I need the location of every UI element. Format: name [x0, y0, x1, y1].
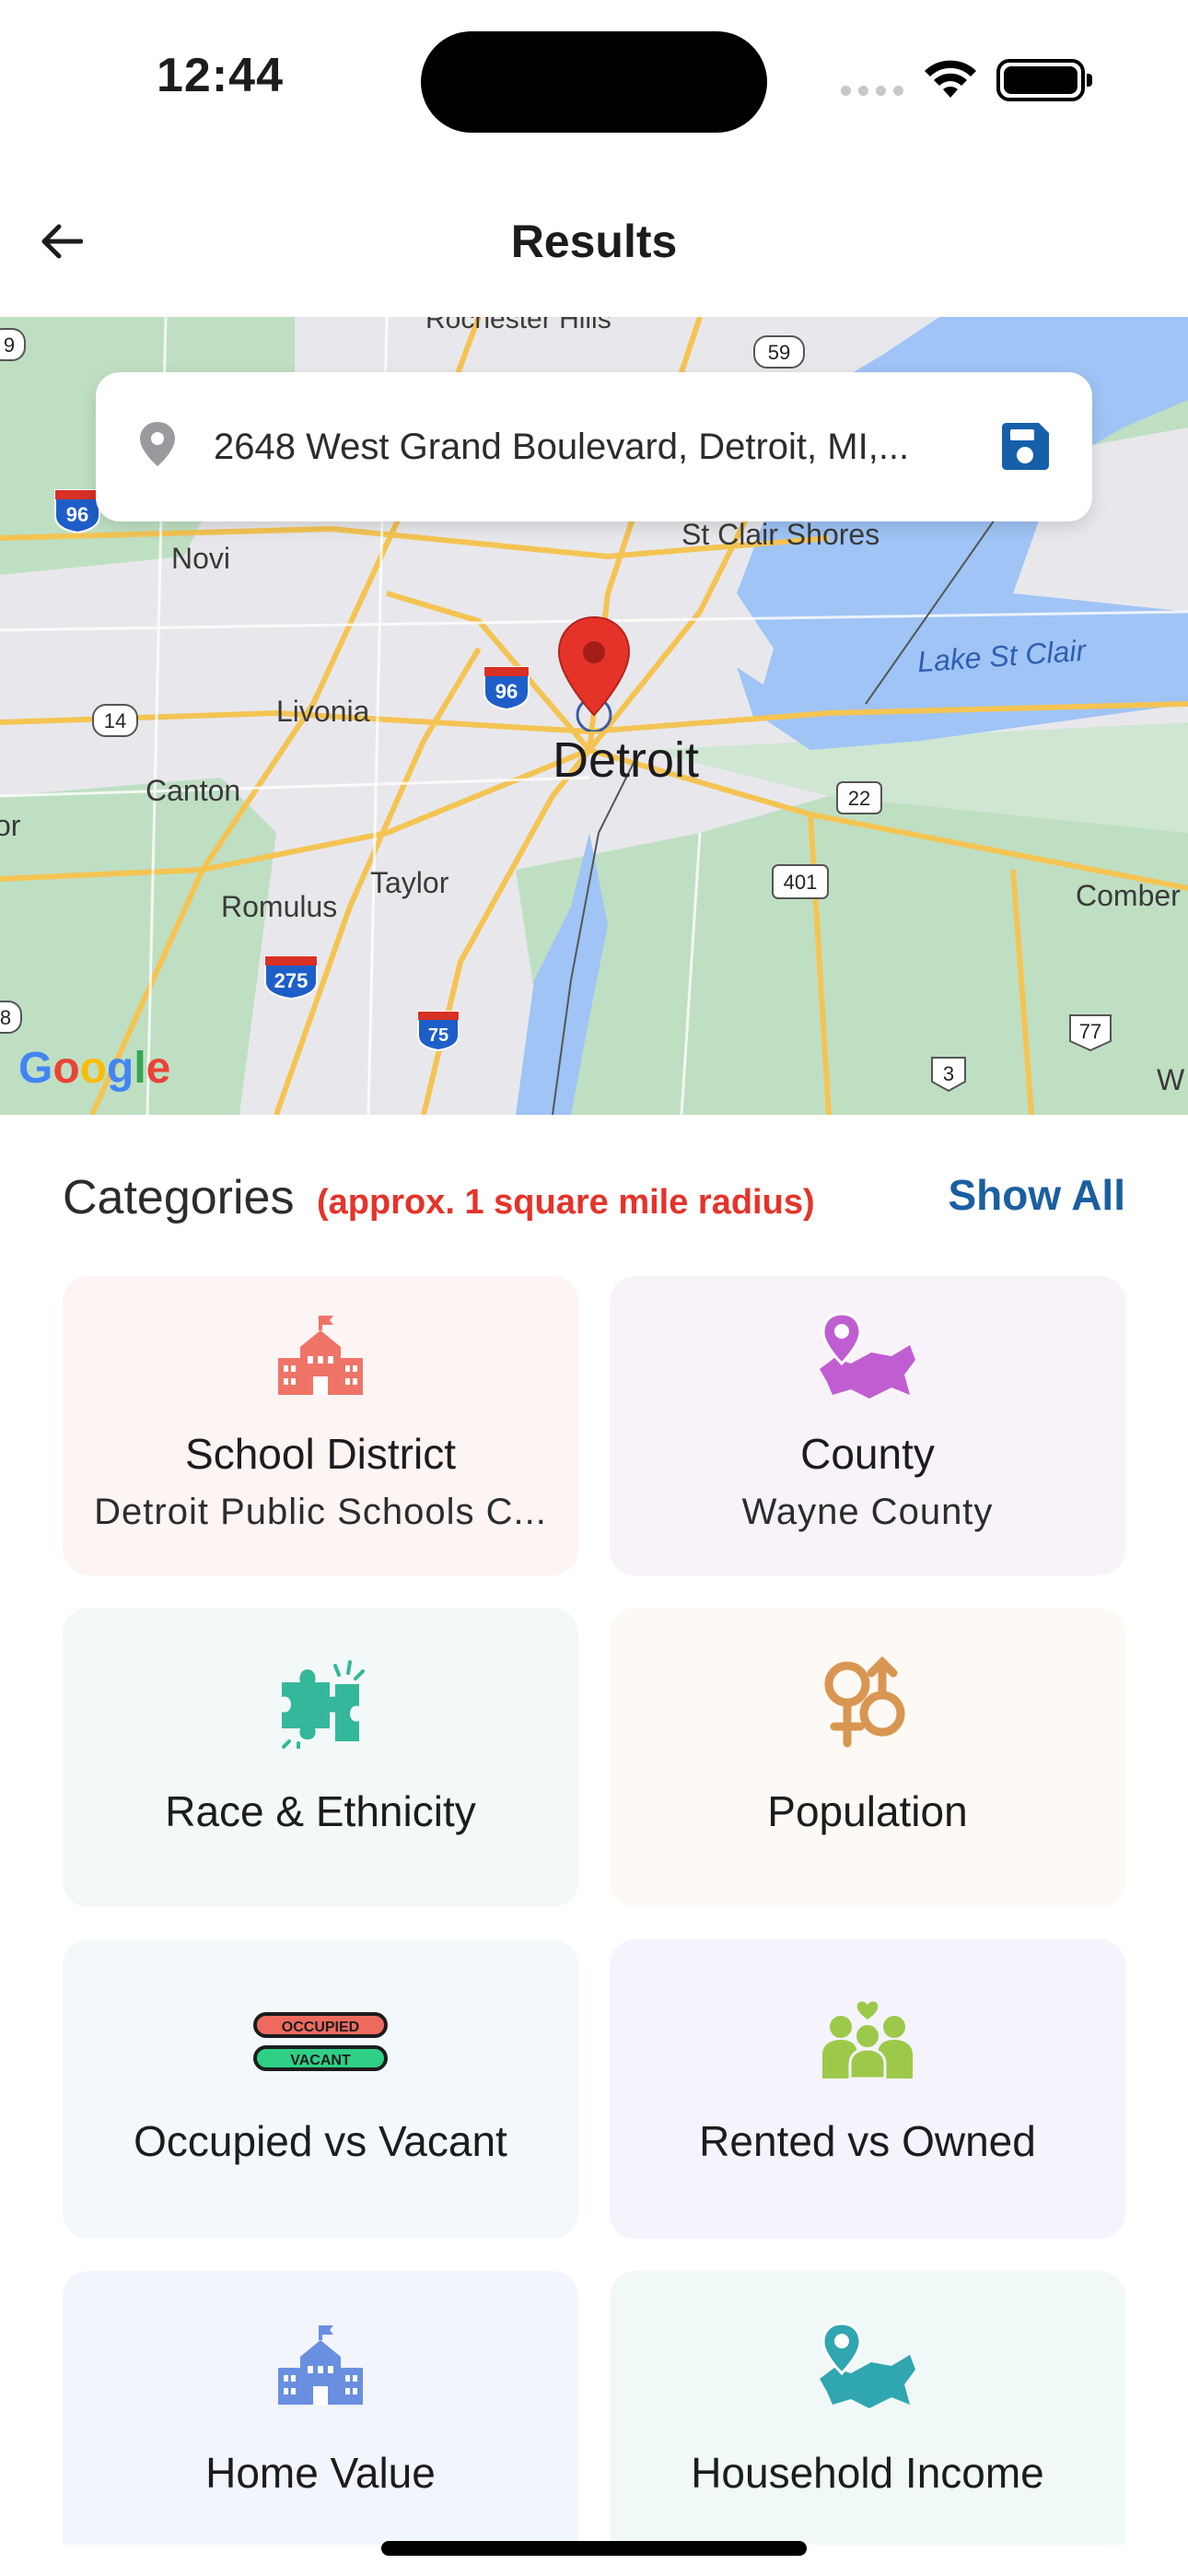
- svg-text:14: 14: [104, 709, 126, 732]
- nav-bar: Results: [0, 184, 1188, 299]
- wifi-icon: [925, 60, 976, 98]
- map-label-rochester-hills: Rochester Hills: [425, 317, 611, 334]
- highway-shield-22: 22: [836, 781, 882, 814]
- gender-icon: [824, 1656, 905, 1748]
- map-view[interactable]: 59 96 96 14 22 401 275 75 77 3 9 8 Roche…: [0, 317, 1188, 1115]
- svg-text:22: 22: [848, 787, 870, 810]
- svg-text:75: 75: [428, 1025, 448, 1046]
- category-title: Rented vs Owned: [699, 2117, 1036, 2165]
- map-label-taylor: Taylor: [370, 866, 449, 899]
- school-icon: [278, 1316, 363, 1395]
- address-text[interactable]: 2648 West Grand Boulevard, Detroit, MI,.…: [214, 424, 950, 470]
- highway-shield-14: 14: [92, 704, 138, 737]
- address-search-card[interactable]: 2648 West Grand Boulevard, Detroit, MI,.…: [96, 372, 1092, 521]
- svg-text:9: 9: [4, 334, 15, 357]
- svg-text:OCCUPIED: OCCUPIED: [282, 2020, 359, 2035]
- highway-shield-59: 59: [753, 335, 805, 369]
- location-marker-icon: [140, 422, 175, 466]
- category-title: Home Value: [205, 2449, 436, 2497]
- category-card-occupied-vacant[interactable]: OCCUPIED VACANT Occupied vs Vacant: [63, 1939, 578, 2239]
- svg-text:96: 96: [495, 680, 518, 703]
- cellular-signal-icon: [841, 83, 905, 98]
- interstate-shield-275: 275: [264, 955, 318, 1001]
- category-card-population[interactable]: Population: [610, 1608, 1125, 1907]
- highway-shield-401: 401: [772, 864, 829, 899]
- save-icon[interactable]: [998, 420, 1052, 474]
- interstate-shield-96: 96: [54, 489, 100, 534]
- category-title: Race & Ethnicity: [165, 1787, 476, 1835]
- category-card-race-ethnicity[interactable]: Race & Ethnicity: [63, 1608, 578, 1907]
- category-card-rented-owned[interactable]: Rented vs Owned: [610, 1939, 1125, 2239]
- category-subtitle: Detroit Public Schools C...: [94, 1492, 547, 1532]
- map-label-novi: Novi: [171, 542, 231, 575]
- home-indicator: [381, 2541, 807, 2556]
- category-title: County: [800, 1430, 935, 1478]
- category-card-county[interactable]: County Wayne County: [610, 1276, 1125, 1575]
- highway-shield-3: 3: [931, 1057, 966, 1093]
- svg-text:96: 96: [66, 503, 88, 526]
- category-card-home-value[interactable]: Home Value: [63, 2271, 578, 2570]
- svg-text:3: 3: [943, 1062, 954, 1085]
- battery-icon: [996, 59, 1092, 101]
- map-label-livonia: Livonia: [276, 695, 370, 728]
- interstate-shield-75: 75: [417, 1011, 460, 1052]
- income-map-icon: [820, 2322, 915, 2408]
- puzzle-icon: [282, 1660, 365, 1749]
- show-all-button[interactable]: Show All: [948, 1170, 1125, 1220]
- categories-title: Categories: [63, 1171, 295, 1224]
- map-label-comber: Comber: [1076, 879, 1181, 912]
- county-map-icon: [820, 1312, 915, 1399]
- svg-text:59: 59: [768, 341, 790, 364]
- status-bar: 12:44: [0, 0, 1188, 157]
- location-pin-icon: [557, 615, 631, 732]
- svg-text:77: 77: [1079, 1020, 1101, 1043]
- svg-text:401: 401: [784, 871, 818, 894]
- people-icon: [822, 2001, 913, 2080]
- svg-text:8: 8: [0, 1006, 11, 1029]
- dynamic-island: [421, 31, 767, 133]
- categories-header: Categories (approx. 1 square mile radius…: [63, 1161, 1125, 1235]
- google-logo: Google: [18, 1044, 171, 1093]
- svg-text:VACANT: VACANT: [290, 2053, 351, 2068]
- category-subtitle: Wayne County: [741, 1492, 994, 1532]
- interstate-shield-96-b: 96: [483, 666, 530, 711]
- occupied-vacant-icon: OCCUPIED VACANT: [253, 2012, 388, 2071]
- map-label-detroit: Detroit: [553, 732, 700, 788]
- category-title: School District: [185, 1430, 456, 1478]
- page-title: Results: [510, 216, 678, 267]
- highway-shield-8: 8: [0, 1001, 22, 1034]
- radius-note: (approx. 1 square mile radius): [317, 1183, 815, 1222]
- map-label-st-clair-shores: St Clair Shores: [681, 518, 880, 551]
- svg-text:275: 275: [274, 969, 309, 992]
- home-value-icon: [278, 2325, 363, 2405]
- status-time: 12:44: [157, 49, 284, 102]
- map-label-canton: Canton: [146, 774, 241, 807]
- category-card-household-income[interactable]: Household Income: [610, 2271, 1125, 2570]
- category-title: Household Income: [691, 2449, 1044, 2497]
- map-label-w: W: [1157, 1063, 1185, 1096]
- category-title: Occupied vs Vacant: [134, 2117, 507, 2165]
- highway-shield-77: 77: [1069, 1014, 1112, 1052]
- map-label-or: or: [0, 809, 21, 842]
- category-title: Population: [767, 1787, 968, 1835]
- map-label-romulus: Romulus: [221, 890, 338, 923]
- highway-shield-9: 9: [0, 328, 26, 361]
- category-card-school-district[interactable]: School District Detroit Public Schools C…: [63, 1276, 578, 1575]
